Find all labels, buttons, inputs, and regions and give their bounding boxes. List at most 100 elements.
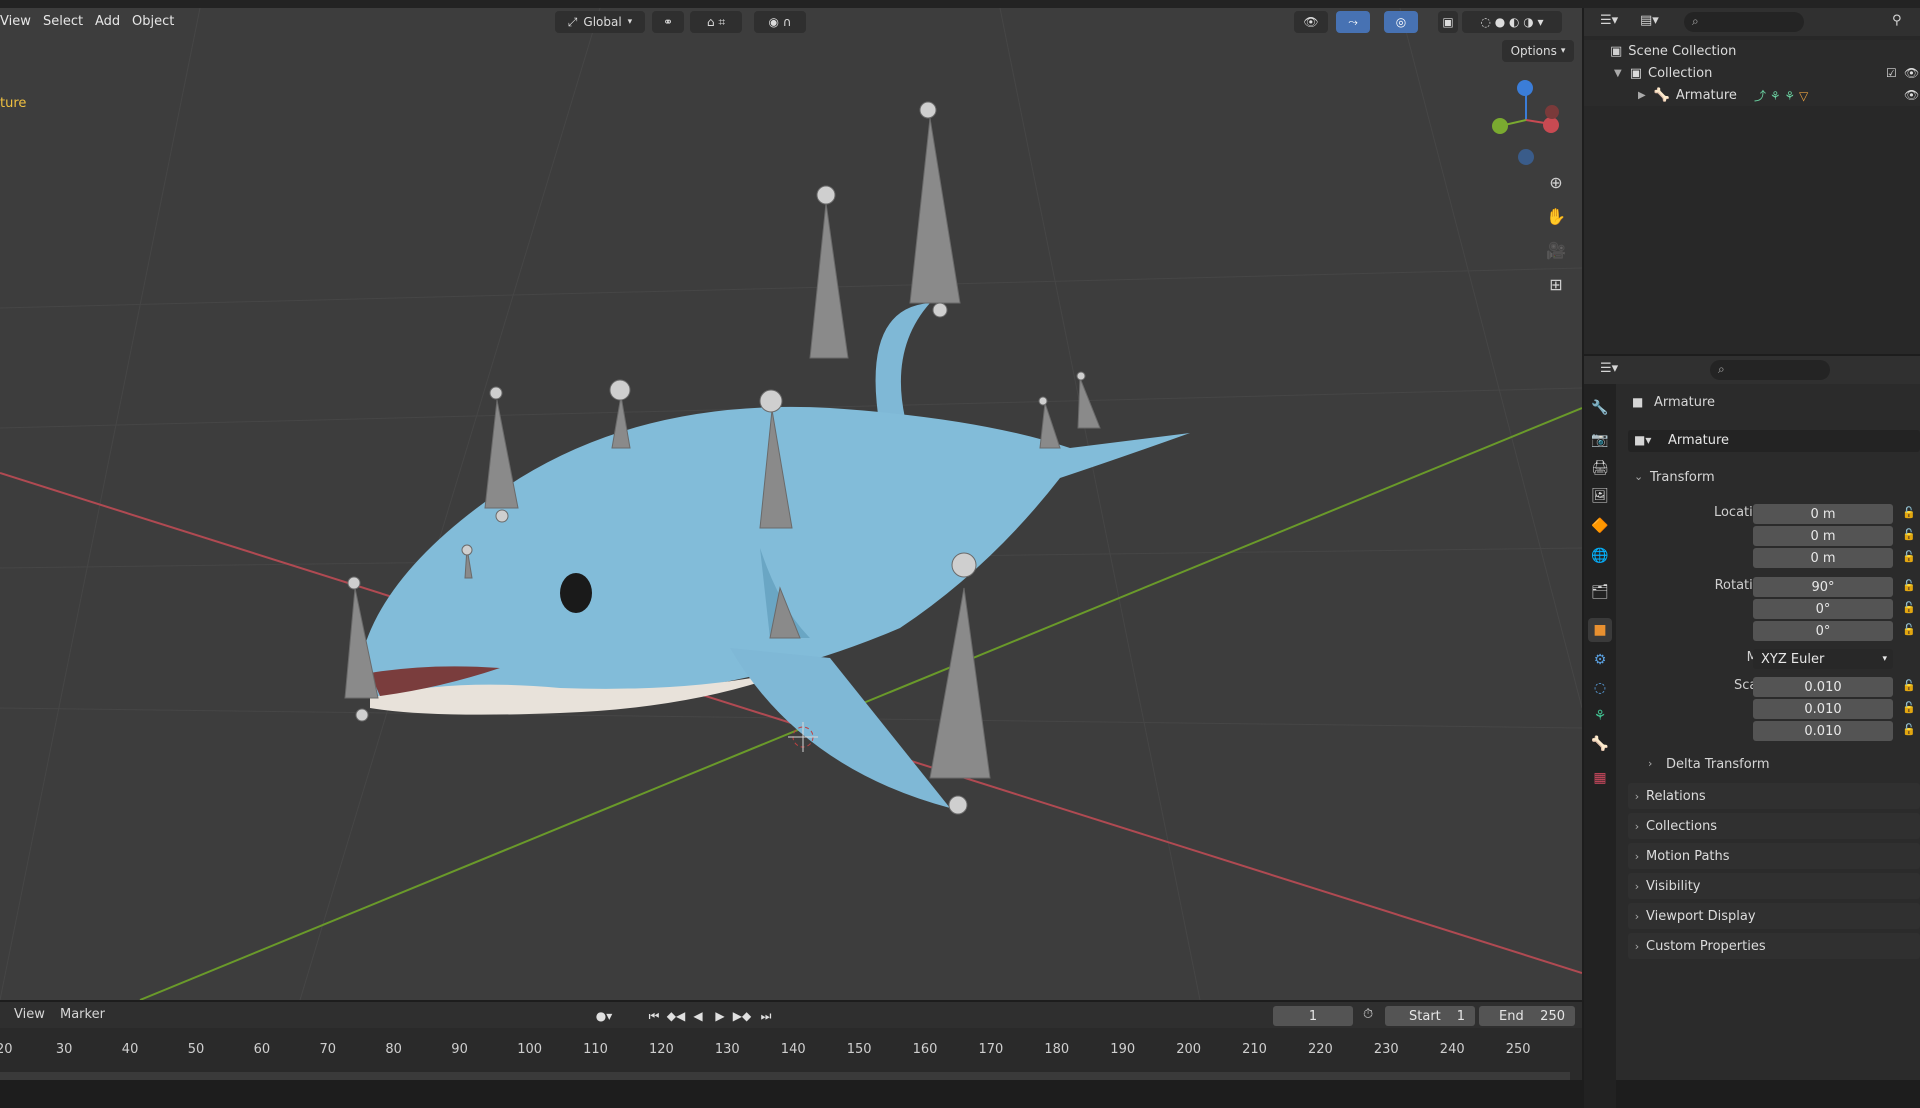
- overlay-toggle[interactable]: ◎: [1384, 11, 1418, 33]
- stopwatch-icon[interactable]: ⏱: [1363, 1007, 1373, 1022]
- scale-z-field[interactable]: 0.010: [1753, 721, 1893, 741]
- menu-add[interactable]: Add: [95, 14, 120, 29]
- chevron-right-icon: ›: [1634, 879, 1640, 893]
- eye-icon[interactable]: 👁: [1904, 66, 1919, 80]
- view-layer-tab[interactable]: 🖼: [1588, 484, 1612, 508]
- output-tab[interactable]: 🖨: [1588, 456, 1612, 480]
- location-z-field[interactable]: 0 m: [1753, 548, 1893, 568]
- lock-icon[interactable]: 🔓: [1902, 506, 1916, 520]
- object-name-field[interactable]: ■▾ Armature: [1628, 430, 1920, 452]
- panel-visibility[interactable]: › Visibility: [1628, 873, 1920, 899]
- outliner-search-input[interactable]: ⌕: [1684, 12, 1804, 32]
- object-tab[interactable]: ■: [1588, 618, 1612, 642]
- scale-y-field[interactable]: 0.010: [1753, 699, 1893, 719]
- timeline-header: View Marker ●▾ ⏮ ◆◀ ◀ ▶ ▶◆ ⏭ 1 ⏱ Start 1…: [0, 1002, 1582, 1028]
- start-frame-field[interactable]: Start 1: [1385, 1006, 1475, 1026]
- timeline-scrollbar[interactable]: [0, 1072, 1570, 1080]
- scene-tab[interactable]: 🔶: [1588, 514, 1612, 538]
- rotation-z-field[interactable]: 0°: [1753, 621, 1893, 641]
- rotation-x-field[interactable]: 90°: [1753, 577, 1893, 597]
- object-type-icon: ■▾: [1634, 433, 1652, 447]
- next-keyframe-button[interactable]: ▶◆: [732, 1007, 752, 1025]
- transform-panel-header[interactable]: ⌄ Transform: [1628, 466, 1920, 490]
- pivot-button[interactable]: ⚭: [652, 11, 684, 33]
- lock-icon[interactable]: 🔓: [1902, 579, 1916, 593]
- record-button[interactable]: ●▾: [594, 1007, 614, 1025]
- xray-icon: ▣: [1442, 15, 1454, 29]
- hand-icon: ✋: [1546, 206, 1566, 226]
- data-tab[interactable]: 🦴: [1588, 732, 1612, 756]
- lock-icon[interactable]: 🔓: [1902, 550, 1916, 564]
- constraint-tab[interactable]: ⚘: [1588, 704, 1612, 728]
- modifier-tab[interactable]: ⚙: [1588, 648, 1612, 672]
- panel-custom-properties[interactable]: › Custom Properties: [1628, 933, 1920, 959]
- physics-tab[interactable]: ◌: [1588, 676, 1612, 700]
- frame-tick-label: 30: [55, 1042, 73, 1057]
- zoom-button[interactable]: ⊕: [1543, 169, 1569, 195]
- timeline-menu-view[interactable]: View: [14, 1007, 45, 1022]
- transform-orientation-icon: ⤢: [567, 14, 578, 29]
- rotation-mode-dropdown[interactable]: XYZ Euler ▾: [1753, 649, 1893, 669]
- orientation-dropdown[interactable]: ⤢ Global ▾: [555, 11, 645, 33]
- filter-icon[interactable]: ⚲: [1892, 13, 1902, 28]
- chevron-right-icon: ›: [1634, 939, 1640, 953]
- jump-end-button[interactable]: ⏭: [756, 1007, 776, 1025]
- display-mode-icon[interactable]: ▤▾: [1640, 13, 1659, 28]
- ortho-toggle-button[interactable]: ⊞: [1543, 271, 1569, 297]
- 3d-viewport[interactable]: View Select Add Object ⤢ Global ▾ ⚭ ⌂ ⌗ …: [0, 8, 1582, 1000]
- rotation-y-field[interactable]: 0°: [1753, 599, 1893, 619]
- properties-search-input[interactable]: ⌕: [1710, 360, 1830, 380]
- outliner-row-collection[interactable]: ▼ ▣ Collection ☑ 👁: [1584, 62, 1920, 84]
- camera-view-button[interactable]: 🎥: [1543, 237, 1569, 263]
- lock-icon[interactable]: 🔓: [1902, 601, 1916, 615]
- texture-tab[interactable]: ▦: [1588, 766, 1612, 790]
- menu-select[interactable]: Select: [43, 14, 83, 29]
- checkbox-icon[interactable]: ☑: [1886, 66, 1897, 80]
- xray-toggle[interactable]: ▣: [1438, 11, 1458, 33]
- panel-relations[interactable]: › Relations: [1628, 783, 1920, 809]
- menu-view[interactable]: View: [0, 14, 31, 29]
- outliner[interactable]: ☰▾ ▤▾ ⌕ ⚲ ▣ Scene Collection ▼ ▣ Collect…: [1584, 8, 1920, 354]
- play-reverse-button[interactable]: ◀: [688, 1007, 708, 1025]
- jump-end-icon: ⏭: [760, 1008, 772, 1023]
- editor-type-icon[interactable]: ☰▾: [1600, 13, 1618, 28]
- prev-keyframe-button[interactable]: ◆◀: [666, 1007, 686, 1025]
- lock-icon[interactable]: 🔓: [1902, 623, 1916, 637]
- timeline[interactable]: View Marker ●▾ ⏮ ◆◀ ◀ ▶ ▶◆ ⏭ 1 ⏱ Start 1…: [0, 1002, 1582, 1080]
- panel-motion-paths[interactable]: › Motion Paths: [1628, 843, 1920, 869]
- editor-type-icon[interactable]: ☰▾: [1600, 361, 1618, 376]
- options-button[interactable]: Options ▾: [1502, 40, 1574, 62]
- properties-editor[interactable]: ☰▾ ⌕ 🔧 📷 🖨 🖼 🔶 🌐 🗂 ■ ⚙ ◌ ⚘ 🦴 ▦ ■ Armatur…: [1584, 356, 1920, 1108]
- timeline-menu-marker[interactable]: Marker: [60, 1007, 105, 1022]
- world-tab[interactable]: 🌐: [1588, 544, 1612, 568]
- lock-icon[interactable]: 🔓: [1902, 679, 1916, 693]
- shading-buttons[interactable]: ◌ ● ◐ ◑ ▾: [1462, 11, 1562, 33]
- menu-object[interactable]: Object: [132, 14, 174, 29]
- panel-viewport-display[interactable]: › Viewport Display: [1628, 903, 1920, 929]
- location-y-field[interactable]: 0 m: [1753, 526, 1893, 546]
- visibility-button[interactable]: 👁: [1294, 11, 1328, 33]
- pan-button[interactable]: ✋: [1543, 203, 1569, 229]
- gizmo-toggle[interactable]: ⤳: [1336, 11, 1370, 33]
- jump-start-button[interactable]: ⏮: [644, 1007, 664, 1025]
- lock-icon[interactable]: 🔓: [1902, 701, 1916, 715]
- eye-icon[interactable]: 👁: [1904, 88, 1919, 102]
- grid-icon: ⊞: [1549, 274, 1563, 294]
- tool-tab[interactable]: 🔧: [1588, 396, 1612, 420]
- scale-x-field[interactable]: 0.010: [1753, 677, 1893, 697]
- location-x-field[interactable]: 0 m: [1753, 504, 1893, 524]
- delta-transform-subpanel[interactable]: › Delta Transform: [1644, 754, 1914, 776]
- panel-collections[interactable]: › Collections: [1628, 813, 1920, 839]
- play-button[interactable]: ▶: [710, 1007, 730, 1025]
- frame-tick-label: 100: [517, 1042, 543, 1057]
- render-tab[interactable]: 📷: [1588, 428, 1612, 452]
- current-frame-field[interactable]: 1: [1273, 1006, 1353, 1026]
- outliner-row-scene-collection[interactable]: ▣ Scene Collection: [1584, 40, 1920, 62]
- end-frame-field[interactable]: End 250: [1479, 1006, 1575, 1026]
- proportional-edit-button[interactable]: ◉ ∩: [754, 11, 806, 33]
- snap-button[interactable]: ⌂ ⌗: [690, 11, 742, 33]
- collection-tab[interactable]: 🗂: [1588, 580, 1612, 604]
- lock-icon[interactable]: 🔓: [1902, 723, 1916, 737]
- lock-icon[interactable]: 🔓: [1902, 528, 1916, 542]
- outliner-row-armature[interactable]: ▶ 🦴 Armature ⤴ ⚘ ⚘ ▽ 👁: [1584, 84, 1920, 106]
